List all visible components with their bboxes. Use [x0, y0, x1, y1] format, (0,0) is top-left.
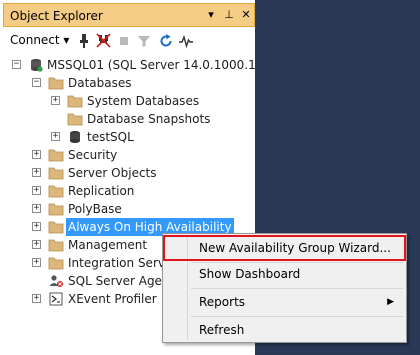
collapse-toggle[interactable]: −	[12, 60, 21, 69]
expand-toggle[interactable]: +	[32, 150, 41, 159]
disconnect-icon[interactable]	[96, 33, 112, 49]
tree-node-label: testSQL	[87, 130, 134, 144]
tree-node-databases[interactable]: − Databases	[0, 74, 255, 92]
tree-node-label: PolyBase	[68, 202, 122, 216]
folder-icon	[67, 95, 83, 108]
sql-agent-icon	[49, 275, 63, 287]
tree-node-label: Integration Servic	[68, 256, 175, 270]
menu-item-reports[interactable]: Reports ▶	[165, 291, 404, 313]
tree-node-label: Management	[68, 238, 148, 252]
close-panel-button[interactable]: ✕	[239, 8, 253, 22]
xevent-profiler-icon	[49, 292, 63, 306]
object-explorer-toolbar: Connect ▾	[0, 30, 255, 52]
expand-toggle[interactable]: +	[32, 240, 41, 249]
server-icon	[31, 59, 43, 72]
submenu-arrow-icon: ▶	[387, 297, 394, 307]
connect-button[interactable]: Connect ▾	[10, 33, 69, 47]
menu-separator	[191, 316, 403, 317]
context-menu: New Availability Group Wizard... Show Da…	[162, 233, 407, 343]
expand-toggle[interactable]: +	[32, 204, 41, 213]
tree-node-label: XEvent Profiler	[68, 292, 157, 306]
tree-node-server-objects[interactable]: + Server Objects	[0, 164, 255, 182]
menu-item-label: New Availability Group Wizard...	[199, 241, 391, 255]
tree-node-replication[interactable]: + Replication	[0, 182, 255, 200]
tree-node-polybase[interactable]: + PolyBase	[0, 200, 255, 218]
tree-node-server[interactable]: − MSSQL01 (SQL Server 14.0.1000.169 - M	[0, 56, 255, 74]
refresh-icon[interactable]	[158, 33, 174, 49]
folder-icon	[48, 149, 64, 162]
expand-toggle[interactable]: +	[32, 168, 41, 177]
tree-node-label: SQL Server Agent	[68, 274, 175, 288]
tree-node-label: System Databases	[87, 94, 200, 108]
tree-node-security[interactable]: + Security	[0, 146, 255, 164]
title-highlight: Object Explorer ▾ ⊥ ✕	[3, 3, 255, 27]
expand-toggle[interactable]: +	[51, 132, 60, 141]
expand-toggle[interactable]: +	[51, 96, 60, 105]
tree-node-database-snapshots[interactable]: Database Snapshots	[0, 110, 255, 128]
auto-hide-pin-button[interactable]: ⊥	[222, 8, 236, 22]
database-icon	[70, 131, 80, 143]
menu-separator	[191, 288, 403, 289]
connect-object-explorer-icon[interactable]	[76, 33, 92, 49]
object-explorer-titlebar: Object Explorer ▾ ⊥ ✕	[0, 0, 255, 30]
tree-node-testsql[interactable]: + testSQL	[0, 128, 255, 146]
folder-icon	[48, 185, 64, 198]
expand-toggle[interactable]: +	[32, 222, 41, 231]
menu-item-label: Show Dashboard	[199, 267, 301, 281]
folder-icon	[48, 167, 64, 180]
folder-icon	[67, 113, 83, 126]
tree-node-label: MSSQL01 (SQL Server 14.0.1000.169 - M	[47, 58, 255, 72]
activity-monitor-icon[interactable]	[178, 33, 194, 49]
menu-item-label: Reports	[199, 295, 246, 309]
folder-icon	[48, 203, 64, 216]
panel-title: Object Explorer	[10, 9, 103, 23]
filter-icon[interactable]	[136, 33, 152, 49]
folder-icon	[48, 77, 64, 90]
tree-node-label: Replication	[68, 184, 135, 198]
menu-item-refresh[interactable]: Refresh	[165, 319, 404, 341]
expand-toggle[interactable]: +	[32, 258, 41, 267]
menu-item-new-availability-group-wizard[interactable]: New Availability Group Wizard...	[163, 235, 406, 261]
expand-toggle[interactable]: +	[32, 294, 41, 303]
tree-node-label: Database Snapshots	[87, 112, 211, 126]
menu-item-show-dashboard[interactable]: Show Dashboard	[165, 263, 404, 285]
folder-icon	[48, 221, 64, 234]
menu-item-label: Refresh	[199, 323, 245, 337]
window-position-button[interactable]: ▾	[204, 8, 218, 22]
stop-icon[interactable]	[116, 33, 132, 49]
folder-icon	[48, 257, 64, 270]
folder-icon	[48, 239, 64, 252]
tree-node-label: Server Objects	[68, 166, 157, 180]
collapse-toggle[interactable]: −	[32, 78, 41, 87]
tree-node-label: Databases	[68, 76, 132, 90]
expand-toggle[interactable]: +	[32, 186, 41, 195]
tree-node-label: Security	[68, 148, 118, 162]
tree-node-system-databases[interactable]: + System Databases	[0, 92, 255, 110]
